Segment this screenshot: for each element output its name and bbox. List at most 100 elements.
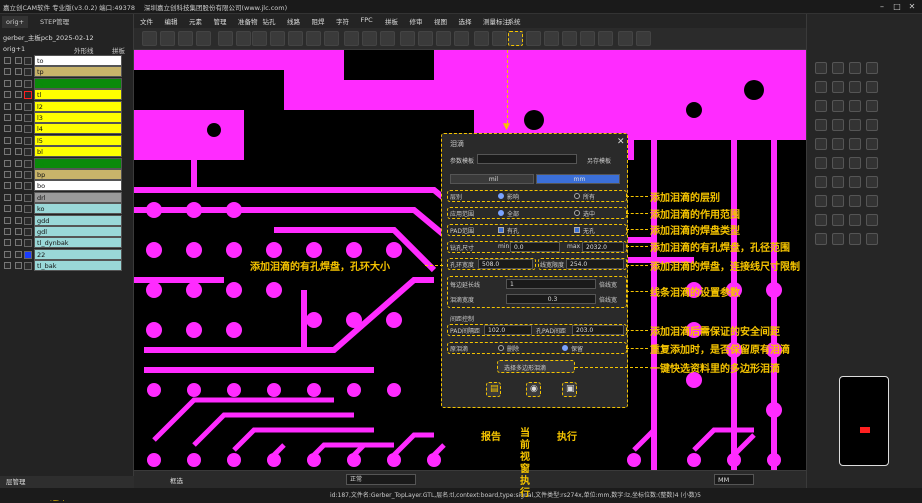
layer-color-swatch[interactable] — [24, 262, 32, 271]
right-tool-button[interactable] — [849, 176, 861, 188]
right-tool-button[interactable] — [849, 81, 861, 93]
right-tool-button[interactable] — [832, 214, 844, 226]
menu-item[interactable]: 钻孔 — [263, 16, 276, 26]
taper-input[interactable]: 0.3 — [506, 294, 596, 304]
menu-item[interactable]: 测量标注 — [483, 16, 509, 26]
layer-visible-checkbox[interactable] — [4, 216, 11, 224]
layer-name[interactable]: bs — [34, 157, 122, 169]
layer-name[interactable]: ts — [34, 77, 122, 89]
tab-step-manager[interactable]: STEP管理 — [36, 16, 73, 28]
pad-hole-checkbox[interactable] — [498, 227, 504, 233]
layer-color-swatch[interactable] — [24, 239, 32, 248]
layer-affect-checkbox[interactable] — [15, 250, 22, 258]
layer-visible-checkbox[interactable] — [4, 205, 11, 213]
right-tool-button[interactable] — [866, 214, 878, 226]
layer-color-swatch[interactable] — [24, 250, 32, 259]
min-input[interactable]: 0.0 — [510, 242, 560, 252]
layer-visible-checkbox[interactable] — [4, 102, 11, 110]
layer-visible-checkbox[interactable] — [4, 136, 11, 144]
delete-radio[interactable] — [498, 345, 504, 351]
layer-color-swatch[interactable] — [24, 171, 32, 179]
right-tool-button[interactable] — [832, 81, 844, 93]
toolbar-button[interactable] — [160, 31, 175, 46]
minimize-icon[interactable]: – — [876, 1, 888, 12]
menu-item[interactable]: 阻焊 — [312, 16, 325, 26]
layer-color-swatch[interactable] — [24, 102, 32, 111]
menu-item[interactable]: 线路 — [287, 16, 300, 26]
layer-visible-checkbox[interactable] — [4, 228, 11, 235]
layer-row[interactable]: ts — [0, 77, 134, 89]
layer-affect-checkbox[interactable] — [15, 193, 22, 201]
toolbar-button[interactable] — [178, 31, 193, 46]
layer-affect-checkbox[interactable] — [15, 148, 22, 156]
layer-name[interactable]: tl_dynbak — [34, 237, 122, 249]
right-tool-button[interactable] — [849, 157, 861, 169]
right-tool-button[interactable] — [832, 100, 844, 112]
right-tool-button[interactable] — [866, 62, 878, 74]
report-button[interactable]: ▤ — [486, 382, 501, 397]
layer-row[interactable]: 22 — [0, 248, 134, 260]
tab-orig[interactable]: orig+ — [2, 16, 29, 28]
toolbar-button[interactable] — [196, 31, 211, 46]
layer-affect-checkbox[interactable] — [15, 228, 22, 235]
layer-color-swatch[interactable] — [24, 136, 32, 145]
template-select[interactable] — [477, 154, 577, 164]
layer-row[interactable]: to — [0, 55, 134, 66]
layer-affect-checkbox[interactable] — [15, 171, 22, 178]
menu-item[interactable]: 文件 — [140, 16, 153, 26]
toolbar-button[interactable] — [362, 31, 377, 46]
layer-affect-checkbox[interactable] — [15, 125, 22, 133]
max-input[interactable]: 2032.0 — [582, 242, 624, 252]
pad-nohole-checkbox[interactable] — [574, 227, 580, 233]
toolbar-button[interactable] — [270, 31, 285, 46]
linewidth-input[interactable]: 254.0 — [566, 259, 624, 269]
toolbar-button[interactable] — [580, 31, 595, 46]
layer-color-swatch[interactable] — [24, 216, 32, 225]
layer-visible-checkbox[interactable] — [4, 171, 11, 178]
layer-visible-checkbox[interactable] — [4, 79, 11, 87]
right-tool-button[interactable] — [832, 119, 844, 131]
toolbar-button[interactable] — [508, 31, 523, 46]
layer-name[interactable]: tp — [34, 66, 122, 78]
layer-affect-checkbox[interactable] — [15, 68, 22, 76]
layer-affect-checkbox[interactable] — [15, 205, 22, 213]
right-tool-button[interactable] — [849, 195, 861, 207]
layer-color-swatch[interactable] — [24, 68, 32, 77]
layer-affect-checkbox[interactable] — [15, 239, 22, 247]
execute-button[interactable]: ▣ — [562, 382, 577, 397]
right-tool-button[interactable] — [832, 138, 844, 150]
right-tool-button[interactable] — [849, 62, 861, 74]
right-tool-button[interactable] — [815, 62, 827, 74]
tab-mm[interactable]: mm — [536, 174, 620, 184]
layer-name[interactable]: gdd — [34, 214, 122, 226]
right-tool-button[interactable] — [866, 195, 878, 207]
toolbar-button[interactable] — [400, 31, 415, 46]
right-tool-button[interactable] — [849, 138, 861, 150]
panel-toggle[interactable]: 拼板 — [112, 45, 125, 55]
layer-color-swatch[interactable] — [24, 114, 32, 122]
right-tool-button[interactable] — [832, 62, 844, 74]
layer-row[interactable]: bp — [0, 169, 134, 180]
toolbar-button[interactable] — [544, 31, 559, 46]
layer-affect-checkbox[interactable] — [15, 262, 22, 270]
layer-row[interactable]: tl_dynbak — [0, 237, 134, 249]
right-tool-button[interactable] — [866, 81, 878, 93]
layer-color-swatch[interactable] — [24, 205, 32, 214]
layer-color-swatch[interactable] — [24, 159, 32, 168]
right-tool-button[interactable] — [849, 119, 861, 131]
layer-name[interactable]: drl — [34, 191, 122, 203]
menu-item[interactable]: 编辑 — [165, 16, 178, 26]
layer-affect-checkbox[interactable] — [15, 159, 22, 167]
right-tool-button[interactable] — [815, 176, 827, 188]
maximize-icon[interactable]: □ — [891, 1, 903, 12]
toolbar-button[interactable] — [142, 31, 157, 46]
layer-row[interactable]: bs — [0, 157, 134, 169]
segment-input[interactable]: 1 — [506, 279, 596, 289]
layer-affect-checkbox[interactable] — [15, 79, 22, 87]
layer-visible-checkbox[interactable] — [4, 91, 11, 99]
toolbar-button[interactable] — [218, 31, 233, 46]
menu-item[interactable]: 拼板 — [385, 16, 398, 26]
right-tool-button[interactable] — [849, 214, 861, 226]
right-tool-button[interactable] — [815, 214, 827, 226]
units-select[interactable]: MM — [714, 474, 754, 485]
